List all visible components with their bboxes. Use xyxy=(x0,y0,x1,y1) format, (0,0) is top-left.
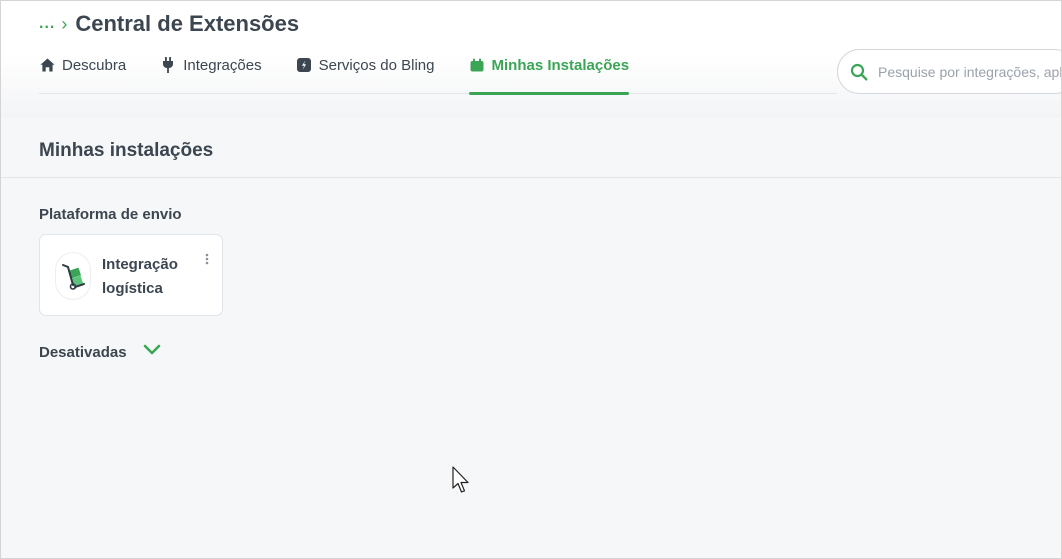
bling-icon xyxy=(296,57,312,73)
tab-label: Minhas Instalações xyxy=(491,56,630,74)
search-icon xyxy=(850,63,868,81)
breadcrumb: ... › Central de Extensões xyxy=(39,9,299,39)
disabled-section-toggle[interactable]: Desativadas xyxy=(39,341,161,363)
section-title: Minhas instalações xyxy=(39,140,214,161)
page-title: Central de Extensões xyxy=(75,11,300,36)
tab-bar: Descubra Integrações Serviços do Bling M… xyxy=(39,49,837,95)
group-label: Plataforma de envio xyxy=(39,206,182,223)
mouse-pointer-icon xyxy=(452,466,472,496)
disabled-label: Desativadas xyxy=(39,343,127,361)
chevron-right-icon: › xyxy=(61,13,68,34)
tab-label: Integrações xyxy=(183,56,262,74)
section-header: Minhas instalações xyxy=(1,118,1061,178)
box-icon xyxy=(469,57,485,73)
chevron-down-icon xyxy=(143,343,161,361)
home-icon xyxy=(39,57,55,73)
tab-minhas-instalacoes[interactable]: Minhas Instalações xyxy=(468,49,630,95)
breadcrumb-ellipsis[interactable]: ... xyxy=(39,15,55,33)
tab-label: Descubra xyxy=(62,56,127,74)
search-input[interactable] xyxy=(878,63,1061,80)
kebab-menu-icon[interactable] xyxy=(202,251,212,267)
plug-icon xyxy=(160,57,176,73)
hand-truck-icon xyxy=(55,252,91,300)
tab-label: Serviços do Bling xyxy=(318,56,435,74)
page-header: ... › Central de Extensões Descubra Inte… xyxy=(1,1,1061,118)
tab-integracoes[interactable]: Integrações xyxy=(160,49,262,81)
tab-servicos-do-bling[interactable]: Serviços do Bling xyxy=(296,49,435,81)
search-box xyxy=(837,49,1061,94)
extension-card[interactable]: Integração logística xyxy=(39,234,223,316)
tab-descubra[interactable]: Descubra xyxy=(39,49,126,81)
card-title: Integração logística xyxy=(102,256,178,297)
app-window: ... › Central de Extensões Descubra Inte… xyxy=(0,0,1062,559)
